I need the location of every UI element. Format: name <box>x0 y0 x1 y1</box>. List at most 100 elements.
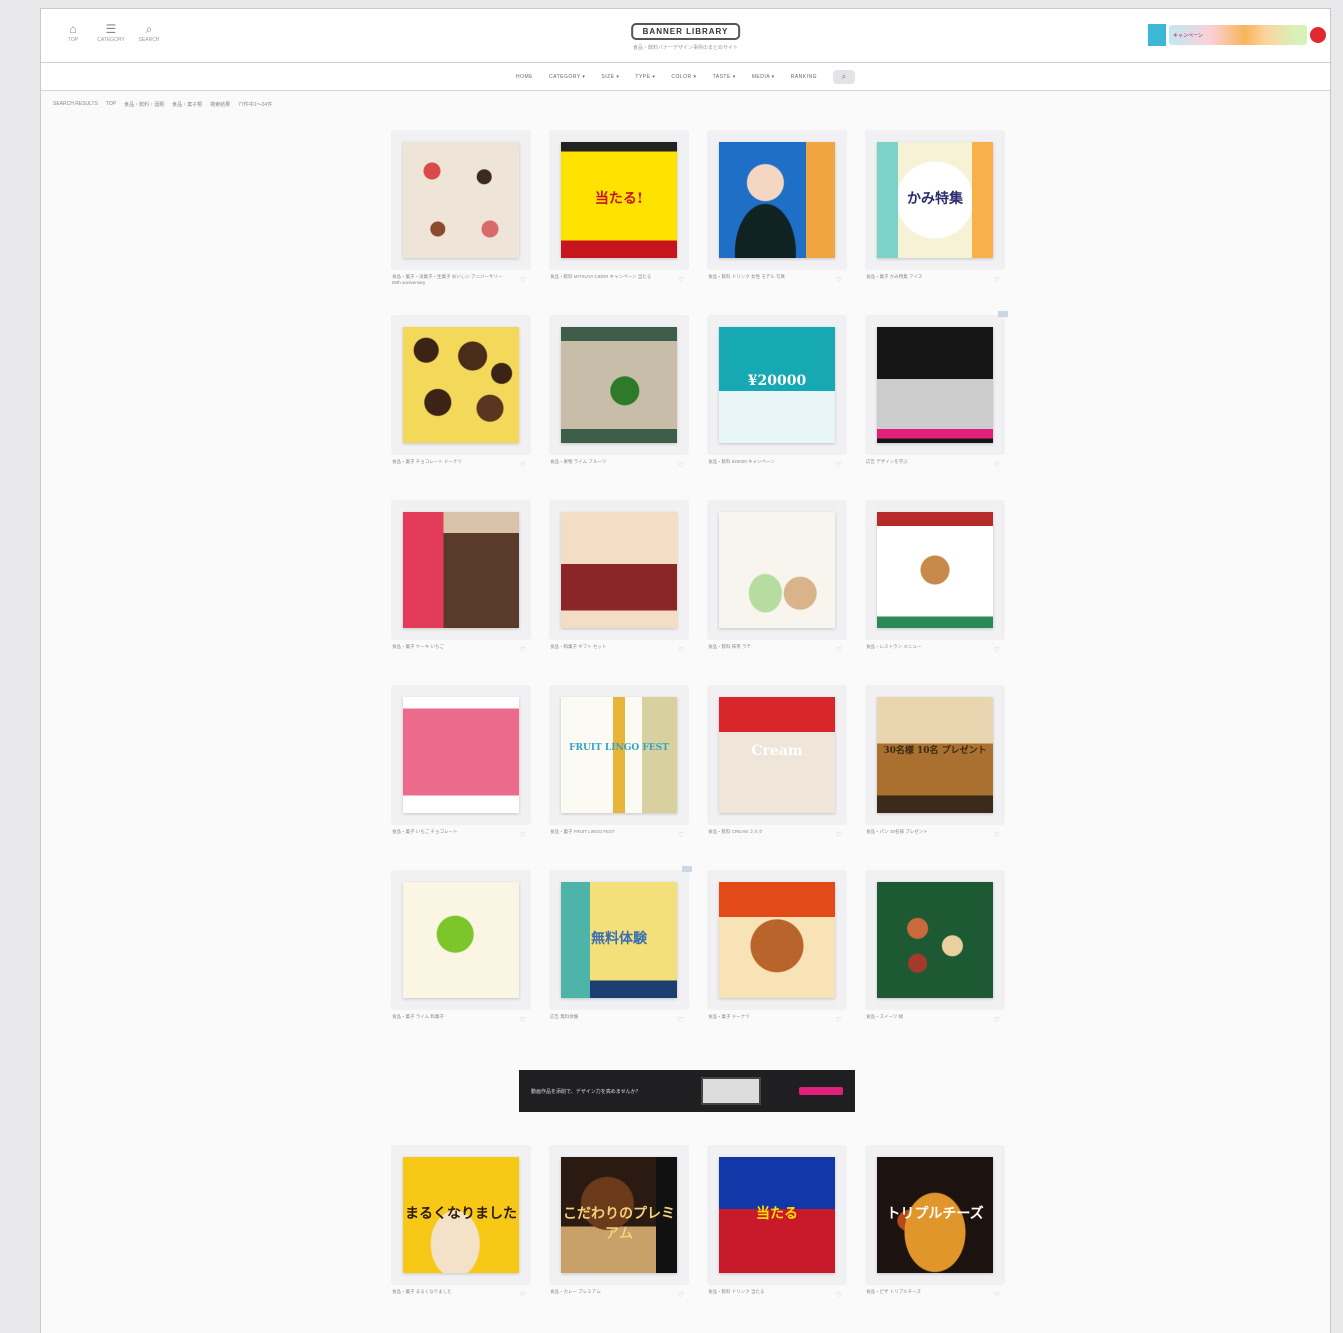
banner-card[interactable]: Cream 食品・飲料 CREAM ミルク ♡ <box>702 681 852 866</box>
favorite-icon[interactable]: ♡ <box>520 461 526 469</box>
banner-caption[interactable]: 食品・飲料 ドリンク 女性 モデル 写真 <box>708 274 828 280</box>
banner-thumbnail[interactable]: 当たる! <box>561 142 677 258</box>
favorite-icon[interactable]: ♡ <box>994 461 1000 469</box>
favorite-icon[interactable]: ♡ <box>520 1016 526 1024</box>
breadcrumb-item[interactable]: 食品・飲料・酒類 <box>124 101 164 108</box>
banner-thumbnail[interactable] <box>561 327 677 443</box>
banner-card[interactable]: 食品・菓子 いちご チョコレート ♡ <box>386 681 536 866</box>
banner-card[interactable]: 食品・菓子・洋菓子・生菓子 おいしい アニバーサリー 85th annivers… <box>386 126 536 311</box>
favorite-icon[interactable]: ♡ <box>836 461 842 469</box>
breadcrumb-item[interactable]: TOP <box>106 101 116 108</box>
favorite-icon[interactable]: ♡ <box>678 646 684 654</box>
favorite-icon[interactable]: ♡ <box>836 831 842 839</box>
favorite-icon[interactable]: ♡ <box>678 1291 684 1299</box>
banner-caption[interactable]: 食品・パン 30名様 プレゼント <box>866 829 986 835</box>
favorite-icon[interactable]: ♡ <box>678 276 684 284</box>
nav-type[interactable]: TYPE ▾ <box>635 74 655 80</box>
banner-card[interactable]: 食品・菓子 ライム 和菓子 ♡ <box>386 866 536 1051</box>
banner-card[interactable]: こだわりのプレミアム食品・カレー プレミアム ♡ <box>544 1141 694 1326</box>
banner-thumbnail[interactable]: Cream <box>719 697 835 813</box>
banner-caption[interactable]: 食品・レストラン メニュー <box>866 644 986 650</box>
banner-thumbnail[interactable]: かみ特集 <box>877 142 993 258</box>
favorite-icon[interactable]: ♡ <box>678 831 684 839</box>
banner-card[interactable]: 当たる食品・飲料 ドリンク 当たる ♡ <box>702 1141 852 1326</box>
banner-caption[interactable]: 食品・果物 ライム フルーツ <box>550 459 670 465</box>
banner-caption[interactable]: 食品・カレー プレミアム <box>550 1289 670 1295</box>
favorite-icon[interactable]: ♡ <box>994 1016 1000 1024</box>
nav-home[interactable]: HOME <box>516 74 533 80</box>
banner-thumbnail[interactable] <box>403 512 519 628</box>
banner-card[interactable]: 食品・レストラン メニュー ♡ <box>860 496 1010 681</box>
banner-thumbnail[interactable] <box>403 882 519 998</box>
favorite-icon[interactable]: ♡ <box>678 1016 684 1024</box>
banner-caption[interactable]: 食品・飲料 ドリンク 当たる <box>708 1289 828 1295</box>
favorite-icon[interactable]: ♡ <box>836 1291 842 1299</box>
banner-caption[interactable]: 食品・菓子 いちご チョコレート <box>392 829 512 835</box>
banner-thumbnail[interactable]: まるくなりました <box>403 1157 519 1273</box>
banner-thumbnail[interactable] <box>403 327 519 443</box>
banner-card[interactable]: FRUIT LINGO FEST 食品・菓子 FRUIT LINGO FEST ♡ <box>544 681 694 866</box>
favorite-icon[interactable]: ♡ <box>836 1016 842 1024</box>
favorite-icon[interactable]: ♡ <box>520 646 526 654</box>
banner-caption[interactable]: 食品・菓子 まるくなりました <box>392 1289 512 1295</box>
banner-caption[interactable]: 食品・菓子・洋菓子・生菓子 おいしい アニバーサリー 85th annivers… <box>392 274 512 286</box>
favorite-icon[interactable]: ♡ <box>994 276 1000 284</box>
banner-caption[interactable]: 食品・菓子 ドーナツ <box>708 1014 828 1020</box>
banner-card[interactable]: 食品・菓子 ケーキ いちご ♡ <box>386 496 536 681</box>
banner-thumbnail[interactable] <box>719 512 835 628</box>
favorite-icon[interactable]: ♡ <box>836 276 842 284</box>
nav-size[interactable]: SIZE ▾ <box>601 74 619 80</box>
banner-thumbnail[interactable]: 当たる <box>719 1157 835 1273</box>
banner-card[interactable]: 食品・飲料 抹茶 ラテ ♡ <box>702 496 852 681</box>
banner-thumbnail[interactable] <box>403 697 519 813</box>
banner-caption[interactable]: 食品・和菓子 ギフト セット <box>550 644 670 650</box>
banner-thumbnail[interactable] <box>877 512 993 628</box>
nav-search-button[interactable]: ⌕ <box>832 69 855 84</box>
banner-caption[interactable]: 食品・飲料 MITSUYA CIDER キャンペーン 当たる <box>550 274 670 280</box>
mid-ad-banner[interactable]: 動画作品を添削で、デザイン力を高めませんか？ <box>519 1070 855 1112</box>
banner-thumbnail[interactable] <box>403 142 519 258</box>
banner-thumbnail[interactable] <box>561 512 677 628</box>
favorite-icon[interactable]: ♡ <box>994 831 1000 839</box>
banner-caption[interactable]: 広告 無料体験 <box>550 1014 670 1020</box>
banner-card[interactable]: 食品・菓子 チョコレート ドーナツ ♡ <box>386 311 536 496</box>
banner-caption[interactable]: 食品・飲料 ¥20000 キャンペーン <box>708 459 828 465</box>
banner-card[interactable]: 食品・飲料 ドリンク 女性 モデル 写真 ♡ <box>702 126 852 311</box>
banner-caption[interactable]: 食品・スイーツ 緑 <box>866 1014 986 1020</box>
category-icon-button[interactable]: ☰ CATEGORY <box>97 23 125 43</box>
banner-thumbnail[interactable]: 無料体験 <box>561 882 677 998</box>
banner-caption[interactable]: 食品・ピザ トリプルチーズ <box>866 1289 986 1295</box>
favorite-icon[interactable]: ♡ <box>520 276 526 284</box>
banner-thumbnail[interactable] <box>719 142 835 258</box>
banner-thumbnail[interactable]: FRUIT LINGO FEST <box>561 697 677 813</box>
nav-color[interactable]: COLOR ▾ <box>671 74 696 80</box>
banner-card[interactable]: 食品・果物 ライム フルーツ ♡ <box>544 311 694 496</box>
banner-card[interactable]: 30名様 10名 プレゼント 食品・パン 30名様 プレゼント ♡ <box>860 681 1010 866</box>
nav-ranking[interactable]: RANKING <box>791 74 817 80</box>
banner-caption[interactable]: 食品・菓子 かみ特集 アイス <box>866 274 986 280</box>
header-ad-banner[interactable]: キャンペーン <box>1148 22 1326 48</box>
banner-thumbnail[interactable] <box>877 882 993 998</box>
banner-caption[interactable]: 食品・菓子 ライム 和菓子 <box>392 1014 512 1020</box>
banner-caption[interactable]: 食品・飲料 CREAM ミルク <box>708 829 828 835</box>
banner-thumbnail[interactable]: こだわりのプレミアム <box>561 1157 677 1273</box>
site-logo[interactable]: BANNER LIBRARY 食品・飲料バナーデザイン事例のまとめサイト <box>630 21 741 51</box>
favorite-icon[interactable]: ♡ <box>520 1291 526 1299</box>
nav-media[interactable]: MEDIA ▾ <box>752 74 775 80</box>
banner-caption[interactable]: 広告 デザインを学ぶ <box>866 459 986 465</box>
banner-card[interactable]: 食品・菓子 ドーナツ ♡ <box>702 866 852 1051</box>
nav-category[interactable]: CATEGORY ▾ <box>549 74 585 80</box>
banner-thumbnail[interactable] <box>877 327 993 443</box>
banner-thumbnail[interactable]: トリプルチーズ <box>877 1157 993 1273</box>
banner-card[interactable]: 食品・スイーツ 緑 ♡ <box>860 866 1010 1051</box>
banner-card[interactable]: 広告 デザインを学ぶ ♡ <box>860 311 1010 496</box>
favorite-icon[interactable]: ♡ <box>520 831 526 839</box>
breadcrumb-item[interactable]: 食品・菓子類 <box>172 101 202 108</box>
breadcrumb-item[interactable]: SEARCH RESULTS <box>53 101 98 108</box>
favorite-icon[interactable]: ♡ <box>994 646 1000 654</box>
favorite-icon[interactable]: ♡ <box>836 646 842 654</box>
favorite-icon[interactable]: ♡ <box>678 461 684 469</box>
home-icon-button[interactable]: ⌂ TOP <box>63 23 83 43</box>
banner-thumbnail[interactable]: ¥20000 <box>719 327 835 443</box>
favorite-icon[interactable]: ♡ <box>994 1291 1000 1299</box>
